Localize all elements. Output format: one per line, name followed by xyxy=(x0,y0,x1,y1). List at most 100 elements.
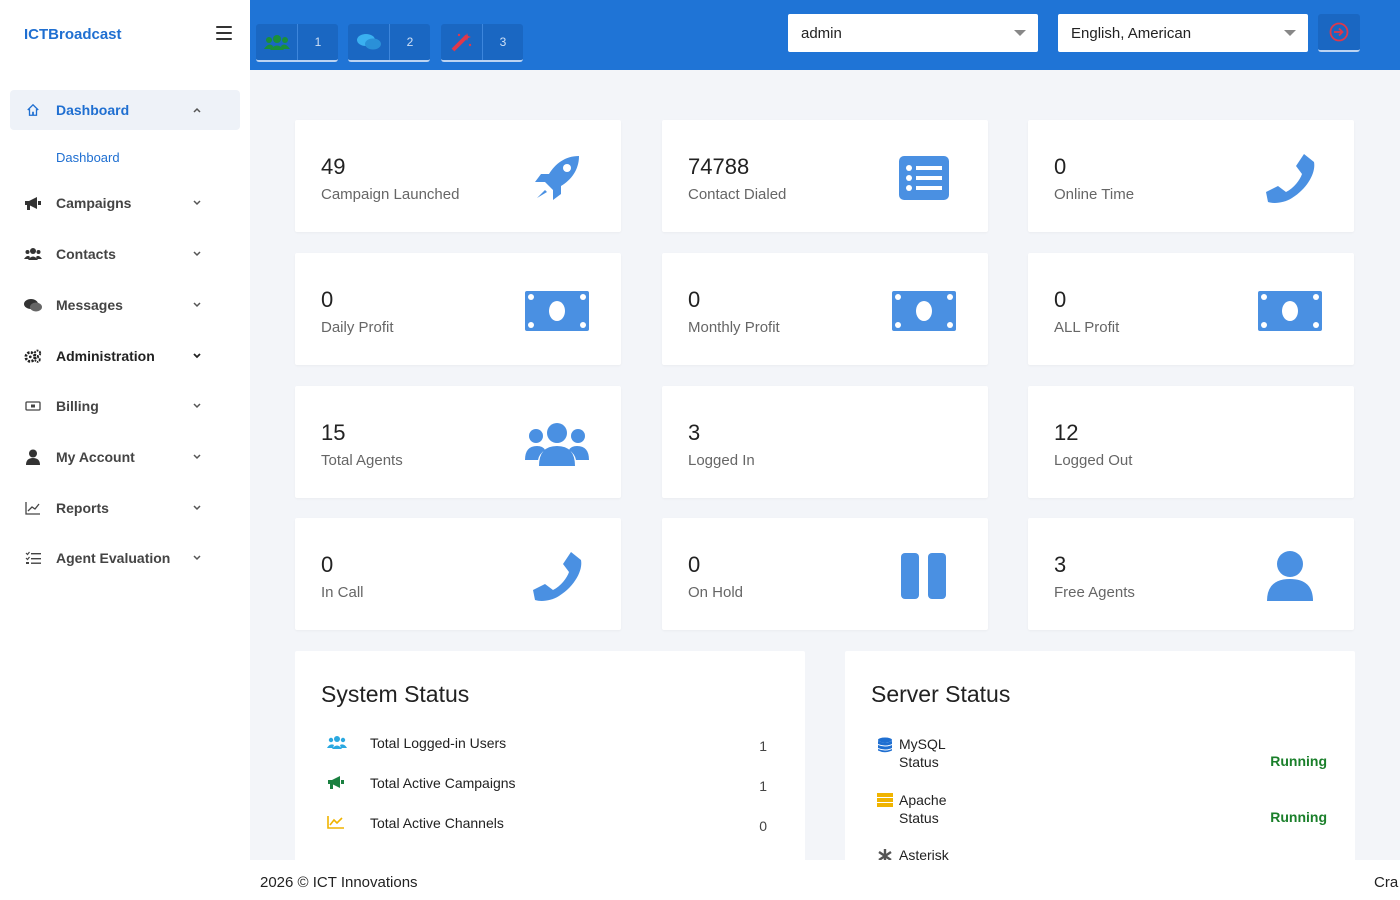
card-logged-out: 12 Logged Out xyxy=(1028,386,1354,498)
sidebar-item-label: Reports xyxy=(56,500,109,516)
logout-button[interactable] xyxy=(1318,14,1360,52)
card-value: 49 xyxy=(321,154,346,179)
chart-line-icon xyxy=(24,500,42,516)
sidebar-subitem-dashboard[interactable]: Dashboard xyxy=(56,150,120,165)
footer-right-text: Cra xyxy=(1374,874,1399,891)
card-value: 0 xyxy=(321,287,334,312)
sidebar-item-campaigns[interactable]: Campaigns xyxy=(10,183,240,223)
card-value: 0 xyxy=(321,552,334,577)
footer-copyright: 2026 © ICT Innovations xyxy=(260,874,418,891)
card-label: On Hold xyxy=(688,584,744,601)
sidebar-item-label: My Account xyxy=(56,449,135,465)
chevron-down-icon xyxy=(193,302,201,308)
card-label: Online Time xyxy=(1054,186,1135,203)
status-row: Total Active Channels 0 xyxy=(321,814,781,834)
panel-title: Server Status xyxy=(871,681,1011,707)
caret-down-icon xyxy=(1284,30,1296,36)
agents-count: 1 xyxy=(314,35,322,49)
card-all-profit: 0 ALL Profit xyxy=(1028,253,1354,365)
home-icon xyxy=(24,102,42,118)
chevron-down-icon xyxy=(193,454,201,460)
user-icon xyxy=(1258,550,1322,602)
hamburger-menu-icon[interactable] xyxy=(216,26,232,40)
list-check-icon xyxy=(24,550,42,566)
card-label: Contact Dialed xyxy=(688,186,787,203)
card-value: 0 xyxy=(688,552,701,577)
sidebar-item-label: Billing xyxy=(56,398,99,414)
tasks-badge-button[interactable]: 3 xyxy=(441,24,523,62)
sidebar-item-label: Messages xyxy=(56,297,123,313)
money-bill-icon xyxy=(525,285,589,337)
card-monthly-profit: 0 Monthly Profit xyxy=(662,253,988,365)
sidebar-item-label: Contacts xyxy=(56,246,116,262)
sidebar-item-agent-evaluation[interactable]: Agent Evaluation xyxy=(10,538,240,578)
card-value: 15 xyxy=(321,420,346,445)
sidebar-item-administration[interactable]: Administration xyxy=(10,336,240,376)
card-value: 0 xyxy=(1054,154,1067,179)
user-select[interactable]: admin xyxy=(788,14,1038,52)
card-daily-profit: 0 Daily Profit xyxy=(295,253,621,365)
card-label: Daily Profit xyxy=(321,319,394,336)
chevron-up-icon xyxy=(193,107,201,113)
card-campaign-launched: 49 Campaign Launched xyxy=(295,120,621,232)
phone-icon xyxy=(525,550,589,602)
messages-badge-button[interactable]: 2 xyxy=(348,24,430,62)
users-icon xyxy=(327,735,349,751)
sign-out-icon xyxy=(1329,22,1349,42)
card-value: 74788 xyxy=(688,154,750,179)
server-name: Apache xyxy=(899,792,947,808)
chevron-down-icon xyxy=(193,403,201,409)
money-bill-icon xyxy=(1258,285,1322,337)
messages-count: 2 xyxy=(406,35,414,49)
agents-badge-button[interactable]: 1 xyxy=(256,24,338,62)
status-label: Total Active Channels xyxy=(370,815,504,831)
language-select-value: English, American xyxy=(1071,24,1192,42)
sidebar-item-label: Administration xyxy=(56,348,155,364)
sidebar-item-messages[interactable]: Messages xyxy=(10,285,240,325)
brand-logo[interactable]: ICTBroadcast xyxy=(24,26,122,43)
tasks-count: 3 xyxy=(499,35,507,49)
card-label: Campaign Launched xyxy=(321,186,460,203)
magic-wand-icon xyxy=(441,24,482,60)
sidebar-item-dashboard[interactable]: Dashboard xyxy=(10,90,240,130)
status-value: 1 xyxy=(759,738,767,754)
sidebar-item-my-account[interactable]: My Account xyxy=(10,437,240,477)
chevron-down-icon xyxy=(193,505,201,511)
card-value: 3 xyxy=(688,420,701,445)
card-label: ALL Profit xyxy=(1054,319,1120,336)
card-logged-in: 3 Logged In xyxy=(662,386,988,498)
chevron-down-icon xyxy=(193,200,201,206)
chevron-down-icon xyxy=(193,251,201,257)
comments-icon xyxy=(24,297,42,313)
card-value: 0 xyxy=(1054,287,1067,312)
card-contact-dialed: 74788 Contact Dialed xyxy=(662,120,988,232)
sidebar-item-contacts[interactable]: Contacts xyxy=(10,234,240,274)
status-row: Total Active Campaigns 1 xyxy=(321,774,781,794)
chart-icon xyxy=(327,815,349,831)
card-in-call: 0 In Call xyxy=(295,518,621,630)
top-header: 1 2 3 admin English, American xyxy=(250,0,1400,70)
sidebar-item-billing[interactable]: Billing xyxy=(10,386,240,426)
sidebar-item-label: Dashboard xyxy=(56,102,130,118)
language-select[interactable]: English, American xyxy=(1058,14,1308,52)
server-status-badge: Running xyxy=(1270,753,1327,769)
status-value: 0 xyxy=(759,818,767,834)
server-status-panel: Server Status MySQL Status Running Apache… xyxy=(845,651,1355,871)
phone-icon xyxy=(1258,152,1322,204)
pause-icon xyxy=(892,550,956,602)
server-name-suffix: Status xyxy=(899,754,939,770)
sidebar: ICTBroadcast Dashboard Dashboard Campaig… xyxy=(0,0,250,900)
card-label: Monthly Profit xyxy=(688,319,780,336)
status-label: Total Logged-in Users xyxy=(370,735,507,751)
comments-icon xyxy=(348,24,389,60)
megaphone-icon xyxy=(327,775,349,791)
status-label: Total Active Campaigns xyxy=(370,775,516,791)
card-value: 0 xyxy=(688,287,701,312)
card-free-agents: 3 Free Agents xyxy=(1028,518,1354,630)
sidebar-item-reports[interactable]: Reports xyxy=(10,488,240,528)
server-name: MySQL xyxy=(899,736,946,752)
agents-icon xyxy=(256,24,297,60)
chevron-down-icon xyxy=(193,353,201,359)
sidebar-item-label: Campaigns xyxy=(56,195,132,211)
user-select-value: admin xyxy=(801,24,842,42)
